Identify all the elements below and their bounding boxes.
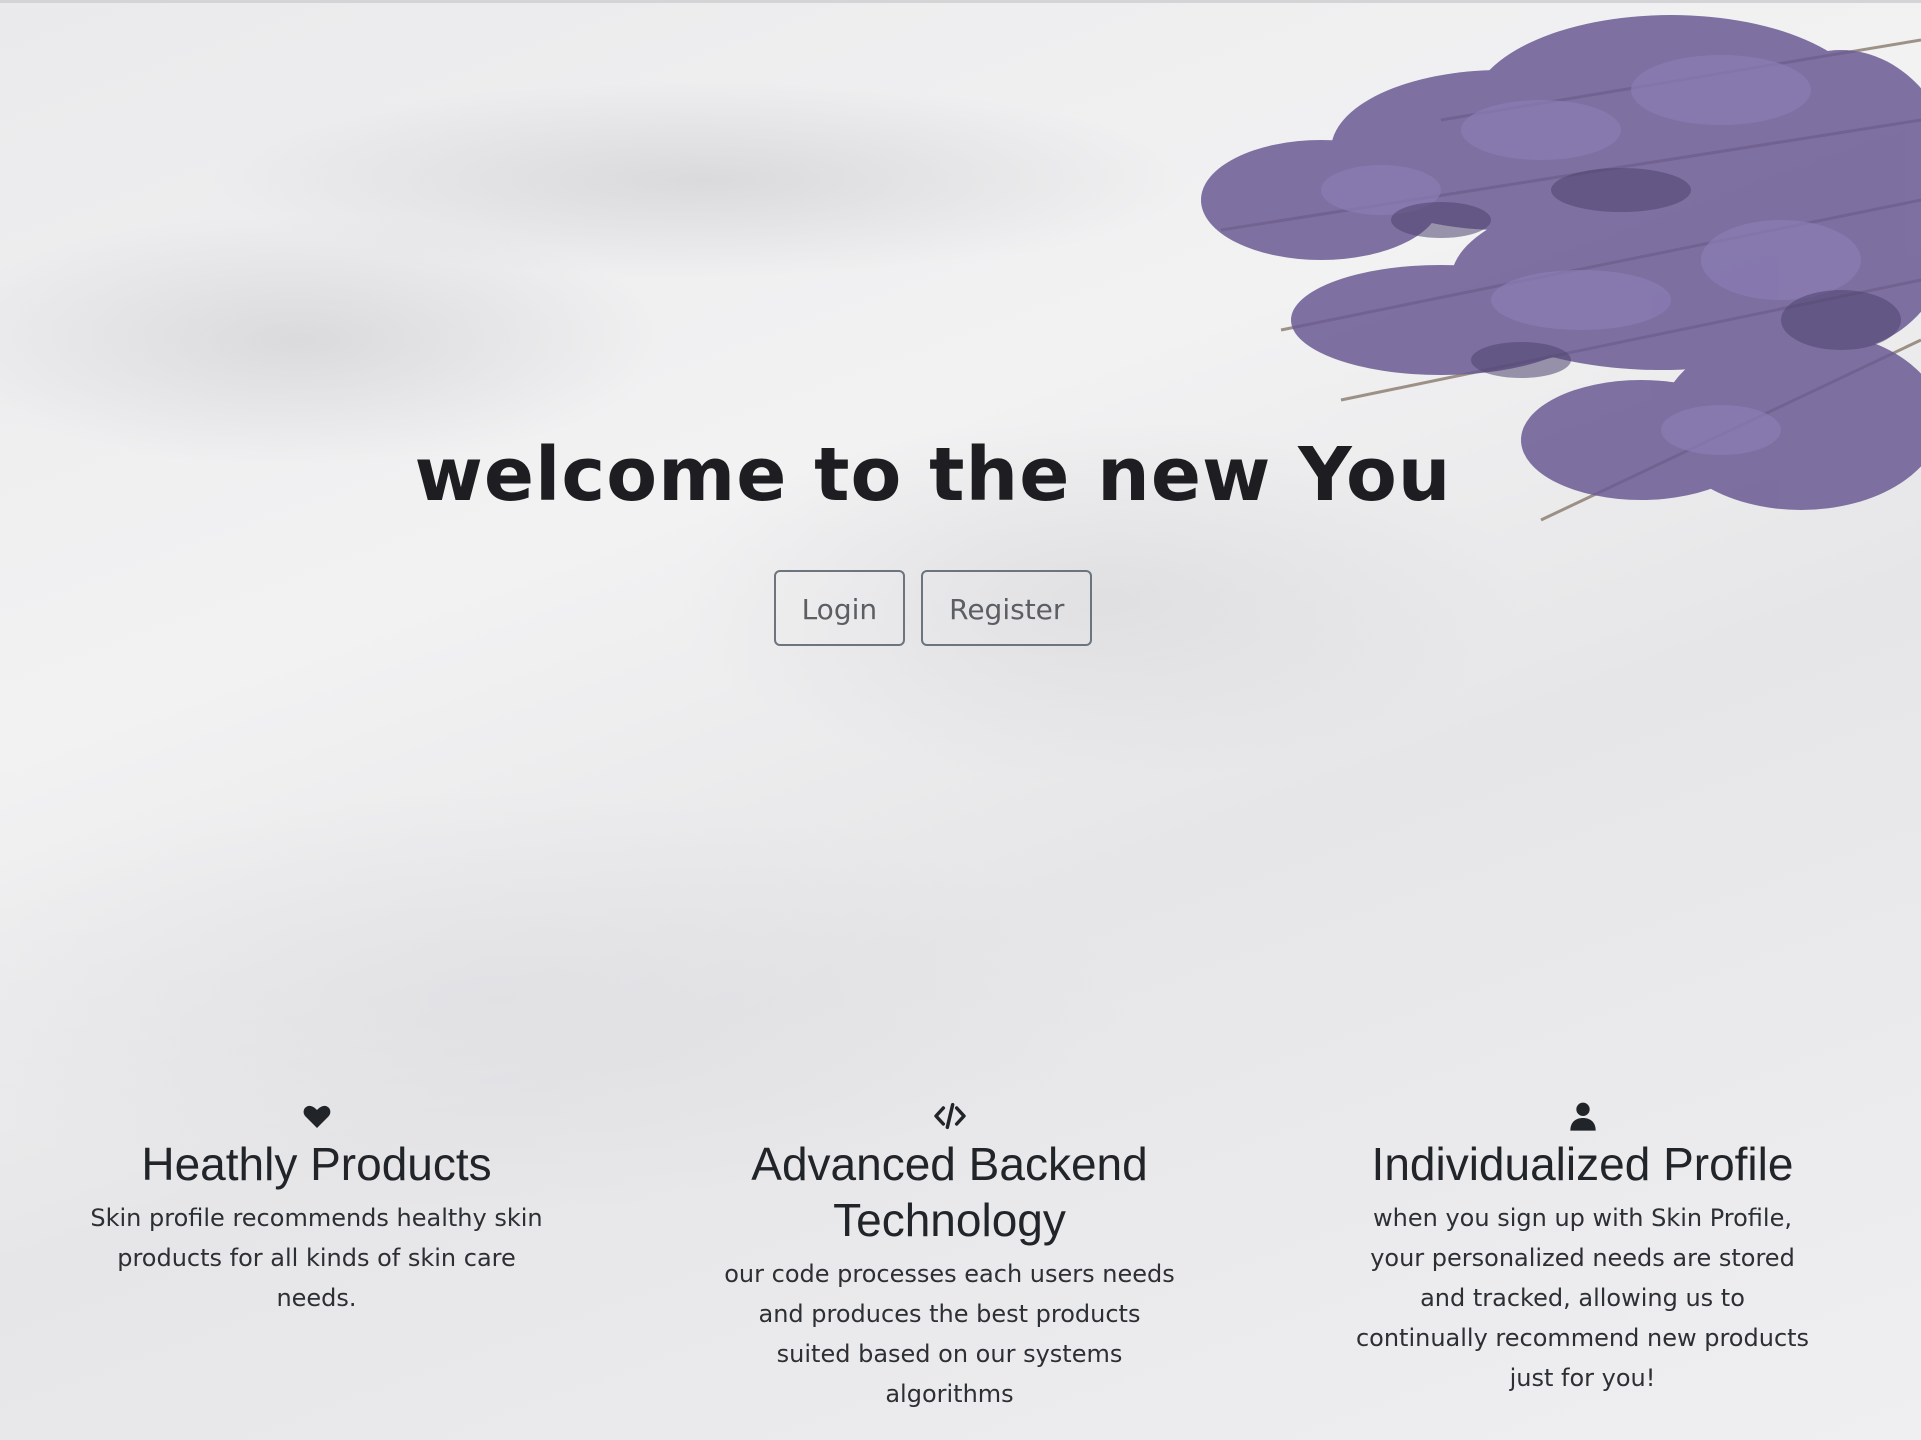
feature-description: our code processes each users needs and … <box>724 1260 1175 1408</box>
code-icon <box>933 1102 966 1130</box>
feature-title: Heathly Products <box>141 1138 492 1190</box>
register-button[interactable]: Register <box>921 570 1093 646</box>
hero-section: welcome to the new You Login Register <box>0 420 1866 646</box>
user-icon <box>1569 1102 1596 1131</box>
feature-title: Advanced Backend Technology <box>751 1138 1148 1246</box>
feature-description: Skin profile recommends healthy skin pro… <box>90 1204 543 1312</box>
feature-description: when you sign up with Skin Profile, your… <box>1355 1204 1810 1392</box>
features-section: Heathly Products Skin profile recommends… <box>0 1100 1921 1414</box>
page-title: welcome to the new You <box>414 432 1452 518</box>
login-button[interactable]: Login <box>773 570 906 646</box>
feature-healthy-products: Heathly Products Skin profile recommends… <box>0 1100 633 1414</box>
feature-title: Individualized Profile <box>1371 1138 1794 1190</box>
feature-backend-technology: Advanced Backend Technology our code pro… <box>633 1100 1266 1414</box>
heart-icon <box>303 1105 330 1128</box>
feature-individualized-profile: Individualized Profile when you sign up … <box>1266 1100 1899 1414</box>
auth-buttons: Login Register <box>0 570 1866 646</box>
